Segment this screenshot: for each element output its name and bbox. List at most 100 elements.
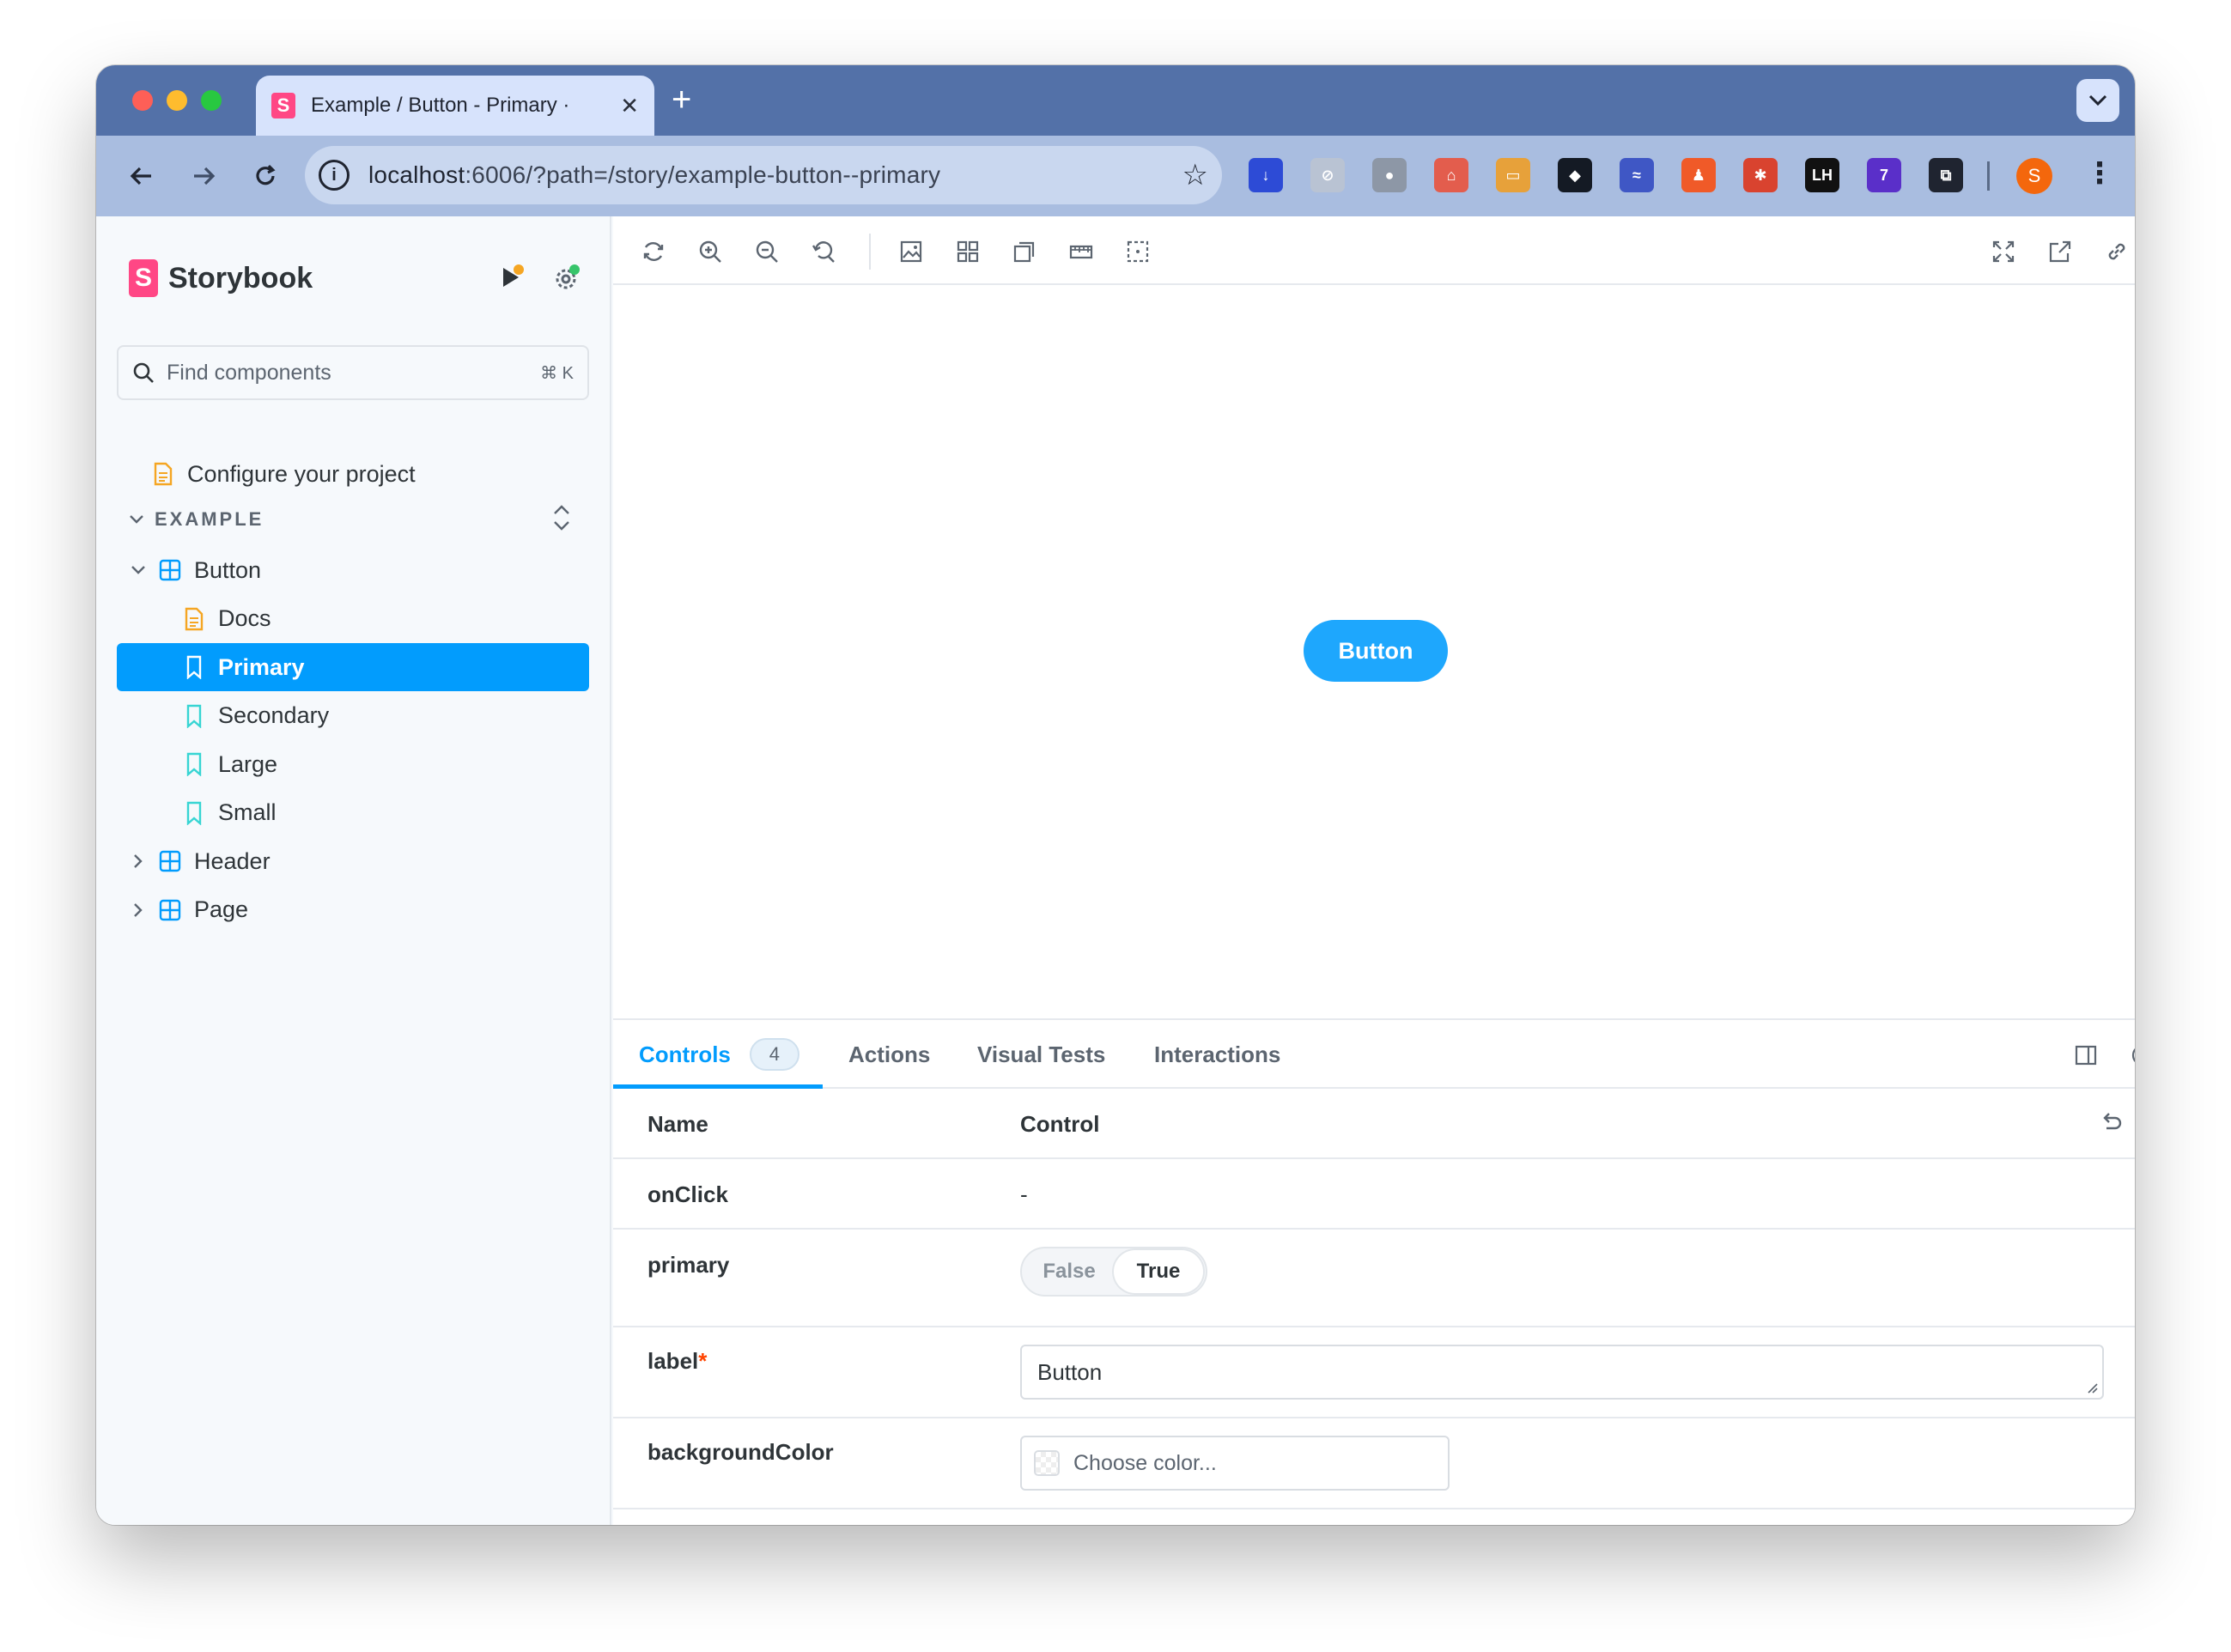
url-host: localhost (368, 161, 465, 188)
bookmark-icon (182, 752, 206, 776)
sitemap-extension-icon[interactable]: ⌂ (1434, 158, 1468, 192)
zoom-out-icon[interactable] (752, 237, 781, 266)
tree-story-primary[interactable]: Primary (117, 643, 589, 691)
background-image-icon[interactable] (897, 237, 926, 266)
close-window-button[interactable] (132, 90, 153, 111)
url-path: :6006/?path=/story/example-button--prima… (465, 161, 941, 188)
camera-extension-icon[interactable]: ● (1372, 158, 1407, 192)
tab-visual-tests[interactable]: Visual Tests (977, 1020, 1105, 1089)
reset-zoom-icon[interactable] (809, 237, 838, 266)
browser-window: S Example / Button - Primary · ✕ + i loc… (96, 65, 2135, 1525)
browser-tab-active[interactable]: S Example / Button - Primary · ✕ (256, 76, 654, 136)
tree-item-label: Header (194, 847, 271, 874)
bug-extension-icon[interactable]: ✱ (1743, 158, 1778, 192)
toggle-true-option[interactable]: True (1114, 1250, 1203, 1293)
copy-link-icon[interactable] (2102, 237, 2131, 266)
zoom-window-button[interactable] (201, 90, 222, 111)
disabled-extension-icon[interactable]: ⊘ (1310, 158, 1345, 192)
configure-project-link[interactable]: Configure your project (151, 450, 416, 498)
component-grid-icon (158, 898, 182, 922)
settings-gear-icon[interactable] (553, 264, 581, 296)
toolbar-divider (869, 234, 871, 270)
configure-label: Configure your project (187, 460, 416, 487)
controls-count-badge: 4 (749, 1038, 799, 1071)
story-primary-button[interactable]: Button (1304, 620, 1448, 682)
panel-orientation-icon[interactable] (2071, 1041, 2100, 1070)
forward-button[interactable] (185, 158, 222, 194)
tree-item-label: Primary (218, 653, 305, 680)
onboarding-play-icon[interactable] (498, 264, 524, 296)
site-info-icon[interactable]: i (319, 160, 350, 191)
tree-component-page[interactable]: Page (129, 886, 248, 934)
cube-extension-icon[interactable]: ◆ (1558, 158, 1592, 192)
graduation-extension-icon[interactable]: 7 (1867, 158, 1901, 192)
fullscreen-icon[interactable] (1989, 237, 2018, 266)
profile-avatar[interactable]: S (2016, 158, 2052, 194)
required-marker: * (698, 1348, 708, 1374)
section-example-header[interactable]: EXAMPLE (129, 508, 264, 531)
toolbar-divider (1987, 161, 1990, 191)
back-button[interactable] (124, 158, 160, 194)
tab-actions[interactable]: Actions (848, 1020, 930, 1089)
url-text: localhost:6006/?path=/story/example-butt… (368, 161, 940, 189)
column-control-header: Control (1020, 1111, 1100, 1137)
puzzle-extension-icon[interactable]: ⧉ (1929, 158, 1963, 192)
tree-docs-docs[interactable]: Docs (182, 595, 271, 643)
addon-tabs: Controls 4 Actions Visual Tests Interact… (613, 1020, 2135, 1089)
search-placeholder: Find components (167, 360, 331, 385)
close-tab-icon[interactable]: ✕ (620, 93, 639, 119)
storybook-app: S Storybook Find components ⌘ K Configur… (96, 216, 2135, 1525)
tab-search-button[interactable] (2076, 79, 2119, 122)
tree-story-large[interactable]: Large (182, 740, 277, 788)
remount-icon[interactable] (639, 237, 668, 266)
address-bar[interactable]: i localhost:6006/?path=/story/example-bu… (305, 146, 1222, 204)
viewport-icon[interactable] (1010, 237, 1039, 266)
gallery-extension-icon[interactable]: ▭ (1496, 158, 1530, 192)
reset-controls-icon[interactable] (2099, 1109, 2125, 1139)
reload-button[interactable] (247, 158, 283, 194)
browser-menu-icon[interactable]: ⋮ (2085, 156, 2114, 191)
character-extension-icon[interactable]: ♟ (1681, 158, 1716, 192)
control-row-primary: primary False True (613, 1230, 2135, 1327)
primary-boolean-toggle[interactable]: False True (1020, 1247, 1207, 1297)
resize-handle-icon[interactable] (2085, 1381, 2099, 1394)
label-input-value: Button (1037, 1358, 1103, 1385)
tree-story-small[interactable]: Small (182, 789, 277, 837)
color-picker-input[interactable]: Choose color... (1020, 1436, 1450, 1491)
controls-header-row: Name Control (613, 1089, 2135, 1159)
tree-item-label: Page (194, 896, 249, 922)
chevron-right-icon[interactable] (129, 849, 148, 873)
control-row-onclick: onClick - (613, 1159, 2135, 1230)
tab-controls[interactable]: Controls 4 (639, 1020, 799, 1089)
download-extension-icon[interactable]: ↓ (1249, 158, 1283, 192)
tab-strip: S Example / Button - Primary · ✕ + (96, 65, 2135, 136)
chevron-down-icon[interactable] (129, 558, 148, 582)
label-text-input[interactable]: Button (1020, 1345, 2104, 1400)
search-icon (133, 362, 154, 383)
storybook-logo[interactable]: S Storybook (129, 259, 313, 297)
control-name: primary (647, 1252, 730, 1278)
tab-interactions[interactable]: Interactions (1154, 1020, 1280, 1089)
bookmark-star-icon[interactable]: ☆ (1182, 158, 1208, 192)
chevron-right-icon[interactable] (129, 898, 148, 922)
minimize-window-button[interactable] (167, 90, 187, 111)
tree-component-button[interactable]: Button (129, 546, 261, 594)
lighthouse-extension-icon[interactable]: LH (1805, 158, 1839, 192)
find-components-search[interactable]: Find components ⌘ K (117, 345, 589, 400)
new-tab-button[interactable]: + (672, 82, 691, 117)
zoom-in-icon[interactable] (696, 237, 725, 266)
close-panel-icon[interactable] (2128, 1041, 2135, 1070)
expand-all-icon[interactable] (551, 503, 572, 537)
tree-component-header[interactable]: Header (129, 837, 271, 885)
color-swatch[interactable] (1034, 1450, 1060, 1476)
grid-icon[interactable] (953, 237, 982, 266)
arrow-right-icon (194, 167, 216, 185)
wifi-extension-icon[interactable]: ≈ (1620, 158, 1654, 192)
toggle-false-option[interactable]: False (1024, 1250, 1114, 1293)
open-new-tab-icon[interactable] (2046, 237, 2075, 266)
measure-ruler-icon[interactable] (1067, 237, 1096, 266)
outline-icon[interactable] (1123, 237, 1152, 266)
tree-story-secondary[interactable]: Secondary (182, 692, 329, 740)
tab-controls-label: Controls (639, 1041, 731, 1067)
arrow-left-icon (130, 167, 151, 185)
